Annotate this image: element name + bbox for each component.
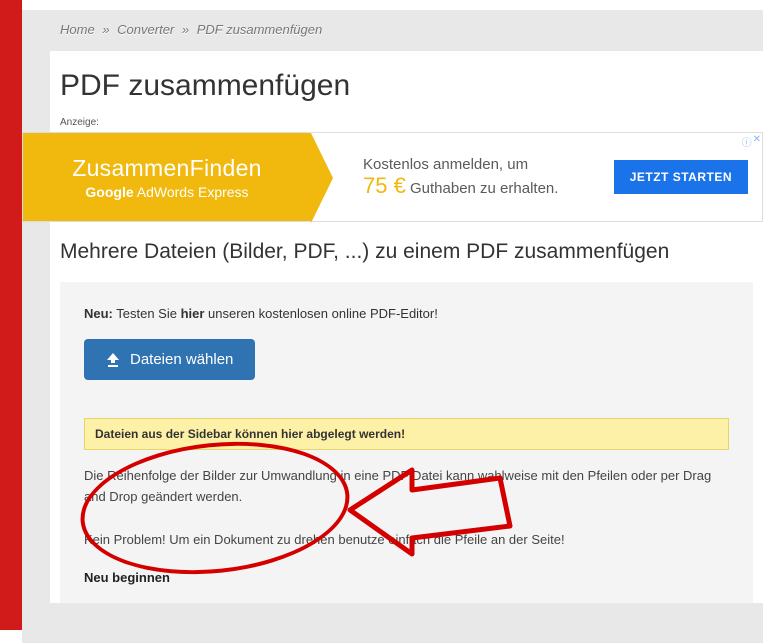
drop-hint: Dateien aus der Sidebar können hier abge… [84, 418, 729, 450]
merge-section: Mehrere Dateien (Bilder, PDF, ...) zu ei… [50, 222, 763, 603]
restart-link[interactable]: Neu beginnen [84, 570, 729, 585]
ad-cta-wrap: JETZT STARTEN [600, 133, 762, 221]
upload-box: Neu: Testen Sie hier unseren kostenlosen… [60, 282, 753, 603]
ad-brand-line2: Google AdWords Express [85, 184, 248, 200]
page-title: PDF zusammenfügen [50, 69, 763, 117]
page-container: Home » Converter » PDF zusammenfügen PDF… [22, 0, 763, 643]
breadcrumb: Home » Converter » PDF zusammenfügen [22, 10, 763, 47]
choose-files-label: Dateien wählen [130, 351, 233, 368]
ad-text-line1: Kostenlos anmelden, um [363, 156, 600, 173]
breadcrumb-sep: » [102, 22, 109, 37]
top-spacer [22, 0, 763, 10]
ad-cta-button[interactable]: JETZT STARTEN [614, 160, 748, 194]
ad-text: Kostenlos anmelden, um 75 € Guthaben zu … [311, 133, 600, 221]
upload-icon [106, 353, 120, 367]
choose-files-button[interactable]: Dateien wählen [84, 339, 255, 380]
breadcrumb-current: PDF zusammenfügen [197, 22, 323, 37]
breadcrumb-sep: » [182, 22, 189, 37]
left-accent-bar [0, 0, 22, 630]
ad-banner[interactable]: ⓘ ✕ ZusammenFinden Google AdWords Expres… [22, 132, 763, 222]
ad-controls: ⓘ ✕ [742, 134, 761, 149]
ad-label: Anzeige: [50, 117, 763, 132]
info-text-1: Die Reihenfolge der Bilder zur Umwandlun… [84, 466, 729, 508]
ad-info-icon[interactable]: ⓘ [742, 134, 752, 149]
ad-brand-panel: ZusammenFinden Google AdWords Express [23, 133, 311, 221]
ad-close-icon[interactable]: ✕ [753, 134, 761, 149]
info-text-2: Kein Problem! Um ein Dokument zu drehen … [84, 530, 729, 551]
section-title: Mehrere Dateien (Bilder, PDF, ...) zu ei… [60, 240, 753, 264]
breadcrumb-link-converter[interactable]: Converter [117, 22, 174, 37]
ad-text-line2: 75 € Guthaben zu erhalten. [363, 173, 600, 199]
content-panel: PDF zusammenfügen Anzeige: ⓘ ✕ ZusammenF… [50, 51, 763, 603]
editor-promo: Neu: Testen Sie hier unseren kostenlosen… [84, 306, 729, 321]
breadcrumb-link-home[interactable]: Home [60, 22, 95, 37]
ad-brand-line1: ZusammenFinden [72, 155, 262, 182]
